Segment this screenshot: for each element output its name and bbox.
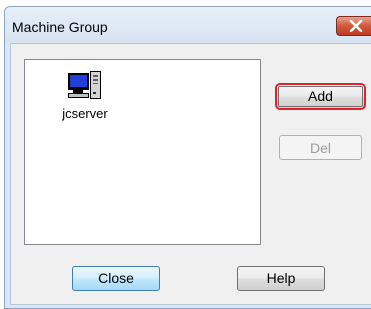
window-title: Machine Group — [12, 19, 108, 35]
add-button-label: Add — [308, 88, 333, 104]
help-button[interactable]: Help — [237, 266, 325, 291]
help-button-label: Help — [266, 270, 296, 286]
machine-list[interactable]: jcserver — [24, 59, 261, 245]
machine-group-dialog: Machine Group jcserver Add Del Close Hel… — [4, 6, 371, 309]
close-x-icon — [349, 20, 363, 32]
close-button-label: Close — [98, 270, 134, 286]
list-item-label: jcserver — [62, 106, 108, 121]
close-button[interactable]: Close — [72, 266, 160, 291]
window-close-button[interactable] — [336, 16, 371, 36]
computer-icon — [68, 71, 101, 99]
dialog-client-area: jcserver Add Del Close Help — [10, 43, 371, 305]
title-bar[interactable]: Machine Group — [5, 7, 371, 43]
add-button[interactable]: Add — [275, 83, 366, 110]
list-item-jcserver[interactable]: jcserver — [53, 70, 113, 130]
del-button[interactable]: Del — [279, 135, 362, 160]
del-button-label: Del — [309, 140, 331, 156]
